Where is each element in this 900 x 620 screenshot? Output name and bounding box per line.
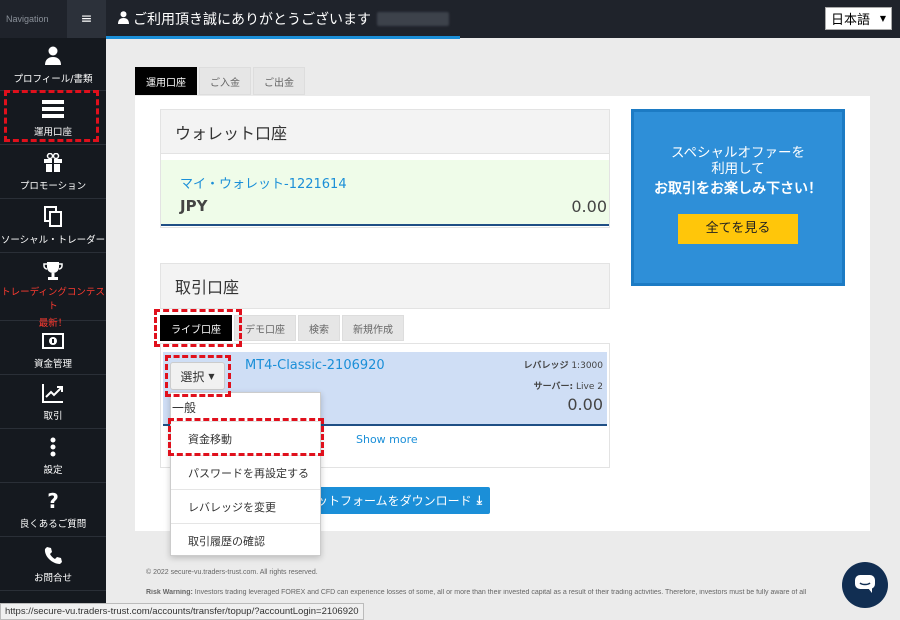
leverage-info: レバレッジ 1:3000 — [523, 361, 603, 371]
caret-down-icon: ▼ — [208, 371, 215, 381]
menu-item-trade-history[interactable]: 取引履歴の確認 — [171, 523, 320, 557]
sidebar-item-label: トレーディングコンテスト — [1, 287, 105, 312]
language-select[interactable]: 日本語 ▼ — [825, 7, 892, 30]
progress-bar — [106, 36, 460, 39]
account-balance: 0.00 — [567, 395, 603, 414]
offer-line3: お取引をお楽しみ下さい！ — [654, 181, 822, 197]
tab-new-account[interactable]: 新規作成 — [342, 315, 404, 341]
money-icon — [42, 329, 64, 353]
tab-deposit[interactable]: ご入金 — [199, 67, 251, 95]
trophy-icon — [43, 261, 63, 281]
chevron-down-icon: ▼ — [879, 14, 886, 23]
nav-label: Navigation — [6, 14, 49, 24]
chat-button[interactable] — [842, 562, 888, 608]
footer-copyright: © 2022 secure-vu.traders-trust.com. All … — [146, 569, 318, 576]
status-bar-url: https://secure-vu.traders-trust.com/acco… — [0, 603, 364, 620]
tab-withdraw[interactable]: ご出金 — [253, 67, 305, 95]
sidebar-item-trade[interactable]: 取引 — [0, 375, 106, 429]
user-name-redacted — [377, 12, 449, 26]
sidebar-item-label: ソーシャル・トレーダー — [0, 235, 106, 246]
trading-tabs: ライブ口座 デモ口座 検索 新規作成 — [160, 315, 406, 341]
menu-toggle-button[interactable]: ≡ — [67, 0, 106, 38]
wallet-balance: 0.00 — [571, 197, 607, 216]
sidebar-item-promotion[interactable]: プロモーション — [0, 145, 106, 199]
dropdown-header: 一般 — [172, 400, 197, 415]
welcome-message: ご利用頂き誠にありがとうございます — [118, 0, 449, 38]
view-all-button[interactable]: 全てを見る — [678, 214, 798, 244]
chat-icon — [854, 574, 876, 597]
download-platform-button[interactable]: ットフォームをダウンロード ⤓ — [300, 487, 490, 514]
nav-header: Navigation ≡ — [0, 0, 106, 38]
download-label: ットフォームをダウンロード — [316, 494, 472, 508]
show-more-link[interactable]: Show more — [356, 433, 418, 446]
sidebar-item-faq[interactable]: ? 良くあるご質問 — [0, 483, 106, 537]
sidebar: プロフィール/書類 運用口座 プロモーション ソーシャル・トレーダー トレーディ… — [0, 0, 106, 620]
user-icon — [118, 10, 129, 28]
trading-panel-header: 取引口座 — [160, 263, 610, 309]
wallet-card[interactable]: マイ・ウォレット-1221614 JPY 0.00 — [161, 160, 609, 226]
wallet-currency: JPY — [180, 197, 208, 215]
gift-icon — [43, 151, 63, 175]
sidebar-item-label: 設定 — [43, 465, 63, 476]
sidebar-item-label: 良くあるご質問 — [19, 519, 87, 530]
select-label: 選択 — [180, 369, 205, 384]
sidebar-item-label: 取引 — [43, 411, 63, 422]
offer-line2: 利用して — [711, 161, 765, 177]
user-icon — [44, 44, 62, 68]
sidebar-item-contact[interactable]: お問合せ — [0, 537, 106, 591]
select-button[interactable]: 選択 ▼ — [170, 362, 225, 390]
tab-accounts[interactable]: 運用口座 — [135, 67, 197, 95]
dots-icon — [50, 435, 56, 459]
phone-icon — [44, 543, 62, 567]
menu-item-change-leverage[interactable]: レバレッジを変更 — [171, 489, 320, 523]
sidebar-item-label: プロモーション — [19, 181, 87, 192]
sidebar-item-profile[interactable]: プロフィール/書類 — [0, 38, 106, 91]
download-icon: ⤓ — [476, 493, 482, 507]
chart-icon — [42, 381, 64, 405]
wallet-panel: ウォレット口座 マイ・ウォレット-1221614 JPY 0.00 — [160, 109, 610, 228]
footer-risk-warning: Risk Warning: Investors trading leverage… — [146, 589, 807, 596]
tab-demo-account[interactable]: デモ口座 — [234, 315, 296, 341]
trading-title: 取引口座 — [161, 264, 609, 308]
special-offer-banner: スペシャルオファーを 利用して お取引をお楽しみ下さい！ 全てを見る — [631, 109, 845, 286]
language-value: 日本語 — [831, 13, 871, 28]
account-name[interactable]: MT4-Classic-2106920 — [245, 358, 385, 373]
copy-icon — [43, 205, 63, 229]
welcome-text: ご利用頂き誠にありがとうございます — [133, 12, 371, 28]
menu-item-fund-transfer[interactable]: 資金移動 — [171, 421, 320, 455]
sidebar-item-settings[interactable]: 設定 — [0, 429, 106, 483]
question-icon: ? — [47, 489, 59, 513]
account-action-dropdown: 一般 資金移動 パスワードを再設定する レバレッジを変更 取引履歴の確認 — [170, 392, 321, 556]
sidebar-item-label: 運用口座 — [33, 127, 72, 138]
wallet-name[interactable]: マイ・ウォレット-1221614 — [180, 173, 347, 192]
sidebar-item-label: 資金管理 — [33, 359, 72, 370]
offer-line1: スペシャルオファーを — [670, 145, 806, 161]
sidebar-item-contest[interactable]: トレーディングコンテスト 最新！ — [0, 253, 106, 329]
sidebar-item-accounts[interactable]: 運用口座 — [0, 91, 106, 145]
tab-search[interactable]: 検索 — [298, 315, 340, 341]
sidebar-item-funds[interactable]: 資金管理 — [0, 321, 106, 375]
main-tabs: 運用口座 ご入金 ご出金 — [135, 67, 307, 95]
sidebar-item-social-trader[interactable]: ソーシャル・トレーダー — [0, 199, 106, 253]
server-info: サーバー: Live 2 — [533, 382, 603, 392]
sidebar-item-label: プロフィール/書類 — [13, 74, 93, 85]
sidebar-item-label: お問合せ — [33, 573, 72, 584]
accounts-icon — [42, 97, 64, 121]
menu-item-reset-password[interactable]: パスワードを再設定する — [171, 455, 320, 489]
tab-live-account[interactable]: ライブ口座 — [160, 315, 232, 341]
wallet-title: ウォレット口座 — [161, 110, 609, 154]
